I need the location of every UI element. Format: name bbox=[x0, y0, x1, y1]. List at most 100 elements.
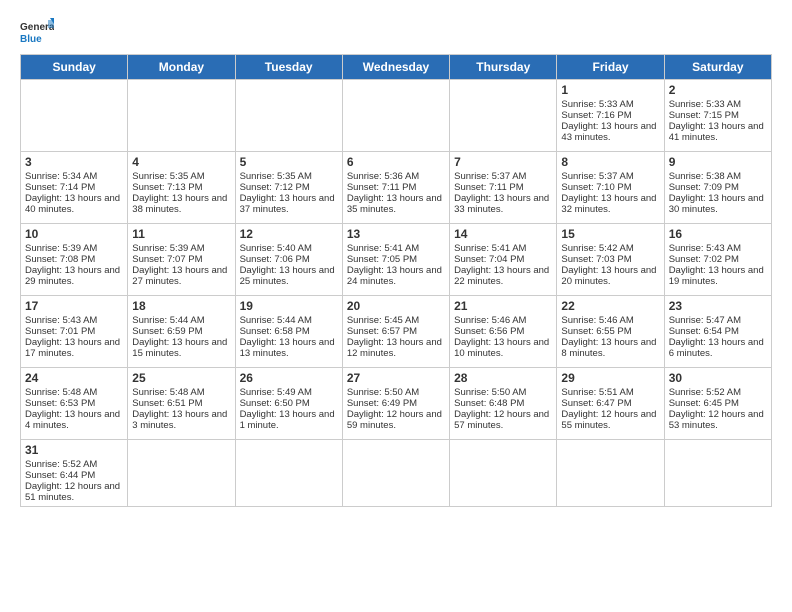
day-number: 9 bbox=[669, 155, 767, 169]
week-row-4: 24Sunrise: 5:48 AMSunset: 6:53 PMDayligh… bbox=[21, 368, 772, 440]
week-row-0: 1Sunrise: 5:33 AMSunset: 7:16 PMDaylight… bbox=[21, 80, 772, 152]
day-cell: 7Sunrise: 5:37 AMSunset: 7:11 PMDaylight… bbox=[450, 152, 557, 224]
day-info: Sunrise: 5:38 AM bbox=[669, 171, 767, 182]
day-cell: 25 Sunrise: 5:48 AMSunset: 6:51 PMDayligh… bbox=[128, 368, 235, 440]
day-info: Daylight: 13 hours and 17 minutes. bbox=[25, 337, 123, 359]
day-cell bbox=[128, 80, 235, 152]
day-cell: 20Sunrise: 5:45 AMSunset: 6:57 PMDayligh… bbox=[342, 296, 449, 368]
day-number: 13 bbox=[347, 227, 445, 241]
day-info: Sunrise: 5:33 AM bbox=[669, 99, 767, 110]
day-info: Sunset: 7:14 PM bbox=[25, 182, 123, 193]
day-info: Sunrise: 5:42 AM bbox=[561, 243, 659, 254]
day-info: Sunrise: 5:52 AM bbox=[25, 459, 123, 470]
day-info: Sunset: 7:09 PM bbox=[669, 182, 767, 193]
day-info: Sunset: 6:58 PM bbox=[240, 326, 338, 337]
day-info: Sunrise: 5:41 AM bbox=[454, 243, 552, 254]
day-info: Daylight: 13 hours and 27 minutes. bbox=[132, 265, 230, 287]
weekday-thursday: Thursday bbox=[450, 55, 557, 80]
day-number: 27 bbox=[347, 371, 445, 385]
day-info: Sunset: 6:53 PM bbox=[25, 398, 123, 409]
day-info: Sunset: 7:08 PM bbox=[25, 254, 123, 265]
day-info: Daylight: 13 hours and 38 minutes. bbox=[132, 193, 230, 215]
day-number: 8 bbox=[561, 155, 659, 169]
day-info: Daylight: 13 hours and 37 minutes. bbox=[240, 193, 338, 215]
day-number: 22 bbox=[561, 299, 659, 313]
day-info: Sunrise: 5:52 AM bbox=[669, 387, 767, 398]
day-cell: 2Sunrise: 5:33 AMSunset: 7:15 PMDaylight… bbox=[664, 80, 771, 152]
day-cell: 31Sunrise: 5:52 AMSunset: 6:44 PMDayligh… bbox=[21, 440, 128, 507]
day-cell: 19Sunrise: 5:44 AMSunset: 6:58 PMDayligh… bbox=[235, 296, 342, 368]
day-info: Sunrise: 5:35 AM bbox=[240, 171, 338, 182]
header: General Blue bbox=[20, 18, 772, 46]
weekday-wednesday: Wednesday bbox=[342, 55, 449, 80]
day-info: Sunrise: 5:49 AM bbox=[240, 387, 338, 398]
day-info: Sunset: 6:59 PM bbox=[132, 326, 230, 337]
day-cell: 29Sunrise: 5:51 AMSunset: 6:47 PMDayligh… bbox=[557, 368, 664, 440]
day-cell: 3Sunrise: 5:34 AMSunset: 7:14 PMDaylight… bbox=[21, 152, 128, 224]
week-row-3: 17Sunrise: 5:43 AMSunset: 7:01 PMDayligh… bbox=[21, 296, 772, 368]
day-info: Sunrise: 5:37 AM bbox=[454, 171, 552, 182]
day-cell: 21Sunrise: 5:46 AMSunset: 6:56 PMDayligh… bbox=[450, 296, 557, 368]
day-info: Daylight: 12 hours and 55 minutes. bbox=[561, 409, 659, 431]
day-info: Sunrise: 5:35 AM bbox=[132, 171, 230, 182]
day-number: 26 bbox=[240, 371, 338, 385]
weekday-monday: Monday bbox=[128, 55, 235, 80]
day-number: 15 bbox=[561, 227, 659, 241]
day-info: Daylight: 13 hours and 43 minutes. bbox=[561, 121, 659, 143]
day-cell: 1Sunrise: 5:33 AMSunset: 7:16 PMDaylight… bbox=[557, 80, 664, 152]
day-info: Daylight: 13 hours and 10 minutes. bbox=[454, 337, 552, 359]
day-info: Sunrise: 5:46 AM bbox=[454, 315, 552, 326]
day-info: Daylight: 13 hours and 3 minutes. bbox=[132, 409, 230, 431]
day-info: Sunset: 7:16 PM bbox=[561, 110, 659, 121]
day-info: Daylight: 13 hours and 19 minutes. bbox=[669, 265, 767, 287]
day-info: Sunrise: 5:34 AM bbox=[25, 171, 123, 182]
day-number: 16 bbox=[669, 227, 767, 241]
day-info: Sunrise: 5:50 AM bbox=[454, 387, 552, 398]
day-number: 24 bbox=[25, 371, 123, 385]
day-info: Sunset: 7:01 PM bbox=[25, 326, 123, 337]
day-info: Sunrise: 5:43 AM bbox=[669, 243, 767, 254]
day-info: Sunrise: 5:44 AM bbox=[132, 315, 230, 326]
day-info: Sunset: 7:10 PM bbox=[561, 182, 659, 193]
day-info: Sunset: 7:05 PM bbox=[347, 254, 445, 265]
weekday-tuesday: Tuesday bbox=[235, 55, 342, 80]
day-info: Sunset: 6:55 PM bbox=[561, 326, 659, 337]
day-cell: 10Sunrise: 5:39 AMSunset: 7:08 PMDayligh… bbox=[21, 224, 128, 296]
day-info: Daylight: 13 hours and 4 minutes. bbox=[25, 409, 123, 431]
day-cell: 28Sunrise: 5:50 AMSunset: 6:48 PMDayligh… bbox=[450, 368, 557, 440]
day-info: Sunrise: 5:40 AM bbox=[240, 243, 338, 254]
day-cell: 18Sunrise: 5:44 AMSunset: 6:59 PMDayligh… bbox=[128, 296, 235, 368]
day-info: Sunset: 6:49 PM bbox=[347, 398, 445, 409]
day-info: Sunset: 6:44 PM bbox=[25, 470, 123, 481]
day-info: Sunrise: 5:46 AM bbox=[561, 315, 659, 326]
day-info: Daylight: 13 hours and 24 minutes. bbox=[347, 265, 445, 287]
day-cell: 12Sunrise: 5:40 AMSunset: 7:06 PMDayligh… bbox=[235, 224, 342, 296]
day-number: 18 bbox=[132, 299, 230, 313]
day-number: 4 bbox=[132, 155, 230, 169]
day-info: Sunset: 6:48 PM bbox=[454, 398, 552, 409]
day-info: Daylight: 12 hours and 59 minutes. bbox=[347, 409, 445, 431]
week-row-5: 31Sunrise: 5:52 AMSunset: 6:44 PMDayligh… bbox=[21, 440, 772, 507]
day-info: Daylight: 13 hours and 25 minutes. bbox=[240, 265, 338, 287]
day-cell bbox=[235, 80, 342, 152]
day-number: 2 bbox=[669, 83, 767, 97]
day-cell: 6Sunrise: 5:36 AMSunset: 7:11 PMDaylight… bbox=[342, 152, 449, 224]
logo: General Blue bbox=[20, 18, 54, 46]
day-cell: 14Sunrise: 5:41 AMSunset: 7:04 PMDayligh… bbox=[450, 224, 557, 296]
day-info: Sunset: 6:56 PM bbox=[454, 326, 552, 337]
day-info: Daylight: 13 hours and 1 minute. bbox=[240, 409, 338, 431]
day-info: Sunrise: 5:48 AM bbox=[132, 387, 230, 398]
day-number: 29 bbox=[561, 371, 659, 385]
day-info: Daylight: 13 hours and 32 minutes. bbox=[561, 193, 659, 215]
day-number: 7 bbox=[454, 155, 552, 169]
day-info: Daylight: 13 hours and 8 minutes. bbox=[561, 337, 659, 359]
day-cell: 24Sunrise: 5:48 AMSunset: 6:53 PMDayligh… bbox=[21, 368, 128, 440]
day-info: Sunset: 6:47 PM bbox=[561, 398, 659, 409]
day-info: Sunset: 6:45 PM bbox=[669, 398, 767, 409]
day-info: Sunset: 6:51 PM bbox=[132, 398, 230, 409]
day-cell bbox=[450, 80, 557, 152]
day-number: 23 bbox=[669, 299, 767, 313]
week-row-1: 3Sunrise: 5:34 AMSunset: 7:14 PMDaylight… bbox=[21, 152, 772, 224]
day-number: 25 bbox=[132, 371, 230, 385]
day-info: Sunset: 7:13 PM bbox=[132, 182, 230, 193]
